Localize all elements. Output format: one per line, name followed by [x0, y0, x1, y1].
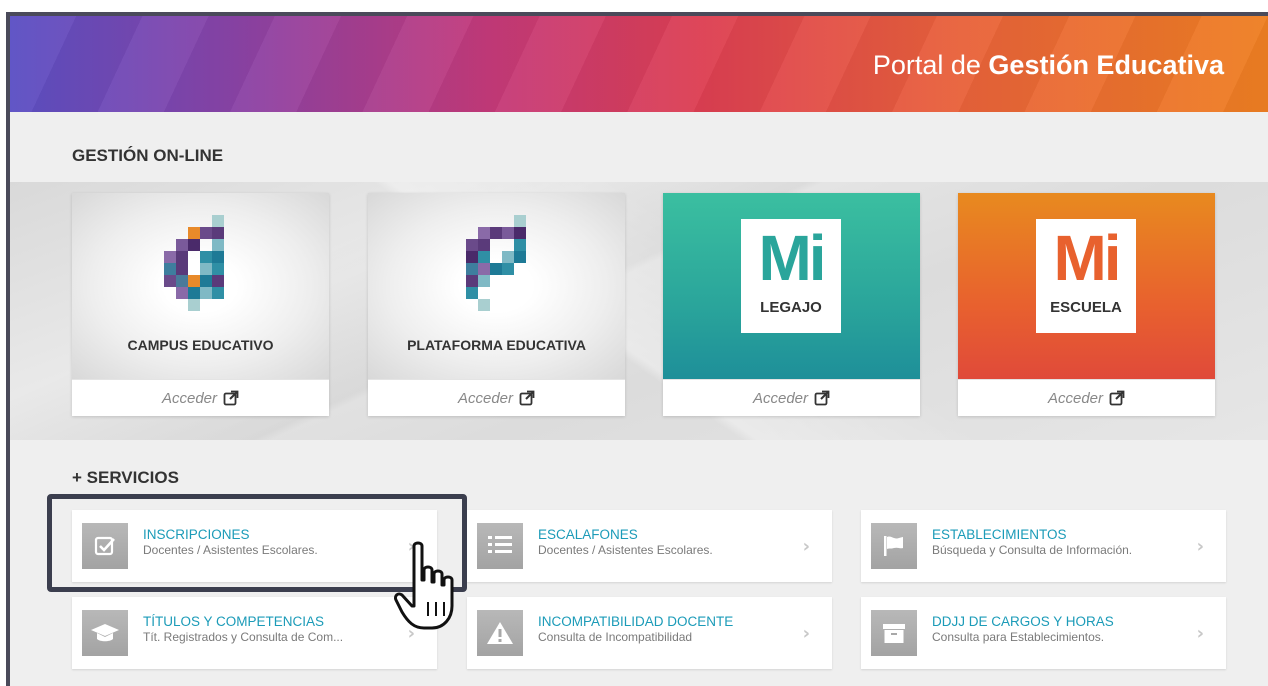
flag-icon — [871, 523, 917, 569]
chevron-right-icon: › — [802, 623, 810, 644]
external-link-icon — [814, 390, 830, 406]
archive-box-icon — [871, 610, 917, 656]
mi-escuela-logo: Mi ESCUELA — [1036, 219, 1136, 333]
chevron-right-icon: › — [802, 536, 810, 557]
portal-header: Portal de Gestión Educativa — [10, 16, 1268, 112]
service-incompatibilidad-docente[interactable]: INCOMPATIBILIDAD DOCENTE Consulta de Inc… — [467, 597, 832, 669]
service-title: DDJJ DE CARGOS Y HORAS — [932, 614, 1114, 629]
mi-legajo-logo: Mi LEGAJO — [741, 219, 841, 333]
graduation-cap-icon — [82, 610, 128, 656]
service-ddjj-cargos-horas[interactable]: DDJJ DE CARGOS Y HORAS Consulta para Est… — [861, 597, 1226, 669]
external-link-icon — [519, 390, 535, 406]
card-plataforma-image[interactable]: PLATAFORMA EDUCATIVA — [368, 193, 625, 379]
card-plataforma-educativa[interactable]: PLATAFORMA EDUCATIVA Acceder — [368, 193, 625, 416]
section-title-online: GESTIÓN ON-LINE — [72, 146, 224, 165]
card-escuela-access-link[interactable]: Acceder — [958, 379, 1215, 416]
plataforma-logo-icon — [466, 215, 538, 325]
service-establecimientos[interactable]: ESTABLECIMIENTOS Búsqueda y Consulta de … — [861, 510, 1226, 582]
screenshot-frame: Portal de Gestión Educativa GESTIÓN ON-L… — [0, 0, 1268, 686]
access-text: Acceder — [1047, 389, 1104, 407]
hand-pointer-cursor-icon — [394, 541, 454, 630]
service-subtitle: Consulta de Incompatibilidad — [538, 630, 693, 644]
external-link-icon — [223, 390, 239, 406]
portal-title-bold: Gestión Educativa — [988, 50, 1224, 80]
access-text: Acceder — [752, 389, 809, 407]
section-title-services: + SERVICIOS — [72, 468, 179, 487]
card-plataforma-access-link[interactable]: Acceder — [368, 379, 625, 416]
access-text: Acceder — [457, 389, 514, 407]
mi-escuela-logo-big: Mi — [1053, 222, 1121, 294]
service-subtitle: Docentes / Asistentes Escolares. — [538, 543, 713, 557]
service-subtitle: Tít. Registrados y Consulta de Com... — [143, 630, 344, 644]
card-campus-label: CAMPUS EDUCATIVO — [127, 337, 274, 353]
service-escalafones[interactable]: ESCALAFONES Docentes / Asistentes Escola… — [467, 510, 832, 582]
card-mi-legajo[interactable]: Mi LEGAJO Acceder — [663, 193, 920, 416]
top-margin — [0, 0, 1268, 12]
portal-title-prefix: Portal de — [872, 50, 981, 80]
card-legajo-image[interactable]: Mi LEGAJO — [663, 193, 920, 379]
access-text: Acceder — [161, 389, 218, 407]
card-legajo-access-link[interactable]: Acceder — [663, 379, 920, 416]
external-link-icon — [1109, 390, 1125, 406]
service-subtitle: Consulta para Establecimientos. — [932, 630, 1105, 644]
card-mi-escuela[interactable]: Mi ESCUELA Acceder — [958, 193, 1215, 416]
service-title: ESTABLECIMIENTOS — [932, 527, 1067, 542]
card-escuela-image[interactable]: Mi ESCUELA — [958, 193, 1215, 379]
mi-escuela-logo-sub: ESCUELA — [1050, 299, 1122, 316]
card-campus-image[interactable]: CAMPUS EDUCATIVO — [72, 193, 329, 379]
chevron-right-icon: › — [1196, 623, 1204, 644]
mi-legajo-logo-big: Mi — [758, 222, 826, 294]
service-title: ESCALAFONES — [538, 527, 638, 542]
card-campus-access-link[interactable]: Acceder — [72, 379, 329, 416]
mi-legajo-logo-sub: LEGAJO — [760, 299, 822, 316]
service-title: TÍTULOS Y COMPETENCIAS — [143, 614, 325, 629]
portal-title: Portal de Gestión Educativa — [873, 50, 1224, 81]
campus-logo-icon — [164, 215, 236, 325]
service-titulos-competencias[interactable]: TÍTULOS Y COMPETENCIAS Tít. Registrados … — [72, 597, 437, 669]
service-subtitle: Búsqueda y Consulta de Información. — [932, 543, 1133, 557]
warning-icon — [477, 610, 523, 656]
service-title: INCOMPATIBILIDAD DOCENTE — [538, 614, 734, 629]
list-icon — [477, 523, 523, 569]
card-campus-educativo[interactable]: CAMPUS EDUCATIVO Acceder — [72, 193, 329, 416]
chevron-right-icon: › — [1196, 536, 1204, 557]
card-plataforma-label: PLATAFORMA EDUCATIVA — [407, 337, 586, 353]
